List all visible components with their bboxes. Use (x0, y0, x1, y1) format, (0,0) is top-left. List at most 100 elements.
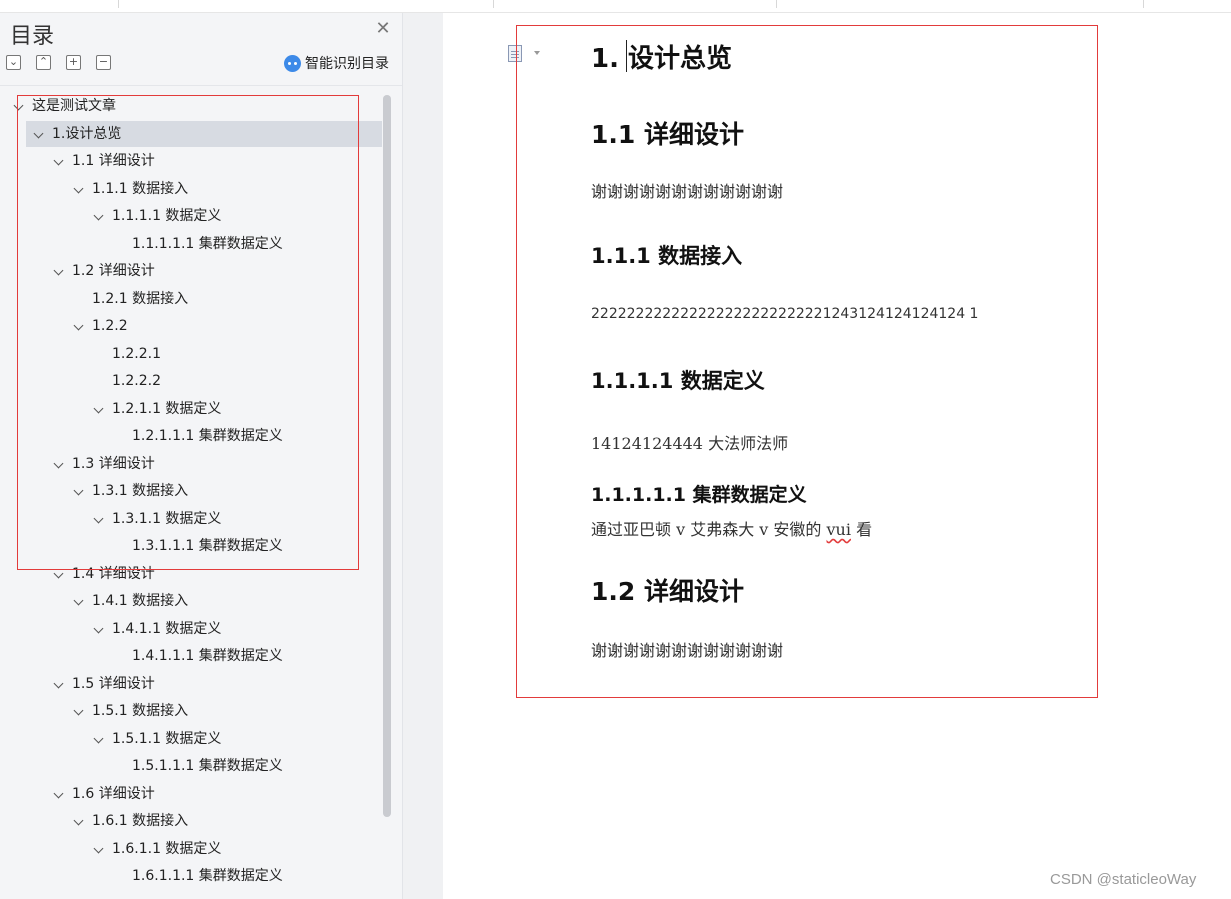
add-icon[interactable]: + (66, 55, 81, 70)
ruler-tick (776, 0, 777, 8)
toc-item[interactable]: 1.3 详细设计 (0, 451, 380, 477)
toc-item[interactable]: 1.6.1.1 数据定义 (0, 836, 380, 862)
chevron-down-icon[interactable] (72, 698, 86, 724)
chevron-down-icon[interactable] (52, 258, 66, 284)
toc-item[interactable]: 这是测试文章 (0, 93, 380, 119)
toc-item-label: 1.3.1.1.1 集群数据定义 (132, 538, 283, 554)
toc-item-label: 1.1.1.1 数据定义 (112, 208, 222, 224)
toc-item-label: 1.3 详细设计 (72, 456, 155, 472)
expand-all-icon[interactable]: ⌃ (36, 55, 51, 70)
toc-item-label: 1.2.2.1 (112, 346, 161, 362)
toc-item-label: 1.5.1.1.1 集群数据定义 (132, 758, 283, 774)
toc-item[interactable]: 1.4.1.1 数据定义 (0, 616, 380, 642)
toc-item[interactable]: 1.5 详细设计 (0, 671, 380, 697)
toc-item-label: 1.6.1.1 数据定义 (112, 841, 222, 857)
chevron-down-icon[interactable] (92, 726, 106, 752)
toc-item[interactable]: 1.2.1 数据接入 (0, 286, 380, 312)
toc-item[interactable]: 1.4.1 数据接入 (0, 588, 380, 614)
toc-item-label: 1.6.1.1.1 集群数据定义 (132, 868, 283, 884)
remove-icon[interactable]: − (96, 55, 111, 70)
chevron-down-icon[interactable] (72, 478, 86, 504)
toc-item[interactable]: 1.2.2.1 (0, 341, 380, 367)
toc-item[interactable]: 1.5.1.1 数据定义 (0, 726, 380, 752)
toc-item[interactable]: 1.2.1.1.1 集群数据定义 (0, 423, 380, 449)
chevron-down-icon[interactable] (52, 561, 66, 587)
toc-item[interactable]: 1.6.1.1.1 集群数据定义 (0, 863, 380, 889)
collapse-all-icon[interactable]: ⌄ (6, 55, 21, 70)
toc-item[interactable]: 1.4 详细设计 (0, 561, 380, 587)
chevron-down-icon[interactable] (32, 121, 46, 147)
doc-heading-1-1-1-1-1[interactable]: 1.1.1.1.1 集群数据定义 (591, 480, 807, 507)
smart-recognize-label: 智能识别目录 (305, 56, 389, 72)
chevron-down-icon[interactable] (72, 313, 86, 339)
chevron-down-icon[interactable] (52, 451, 66, 477)
chevron-down-icon[interactable] (72, 176, 86, 202)
toc-item[interactable]: 1.3.1.1.1 集群数据定义 (0, 533, 380, 559)
chevron-down-icon[interactable] (72, 588, 86, 614)
toc-item[interactable]: 1.3.1 数据接入 (0, 478, 380, 504)
chevron-down-icon[interactable] (92, 203, 106, 229)
doc-heading-1-2[interactable]: 1.2 详细设计 (591, 572, 744, 608)
doc-paragraph[interactable]: 14124124444 大法师法师 (591, 430, 788, 454)
doc-paragraph[interactable]: 谢谢谢谢谢谢谢谢谢谢谢谢 (591, 637, 783, 661)
chevron-down-icon[interactable] (92, 506, 106, 532)
toc-item[interactable]: 1.3.1.1 数据定义 (0, 506, 380, 532)
doc-heading-1-1-1[interactable]: 1.1.1 数据接入 (591, 240, 742, 270)
text-run: 通过亚巴顿 v 艾弗森大 v 安徽的 (591, 520, 827, 539)
chevron-down-icon[interactable] (92, 616, 106, 642)
top-ruler (0, 0, 1231, 13)
chevron-down-icon[interactable] (52, 148, 66, 174)
watermark: CSDN @staticleoWay (1050, 871, 1197, 888)
chevron-down-icon[interactable] (52, 781, 66, 807)
close-icon[interactable]: ✕ (373, 19, 393, 39)
document-page[interactable] (443, 13, 1231, 899)
toc-item-label: 1.1.1.1.1 集群数据定义 (132, 236, 283, 252)
doc-paragraph[interactable]: 通过亚巴顿 v 艾弗森大 v 安徽的 vui 看 (591, 516, 872, 540)
toc-item-label: 1.2.2 (92, 318, 128, 334)
toc-item[interactable]: 1.5.1.1.1 集群数据定义 (0, 753, 380, 779)
toc-item-label: 1.设计总览 (52, 126, 122, 142)
page-icon (508, 45, 522, 62)
doc-heading-1-1-1-1[interactable]: 1.1.1.1 数据定义 (591, 365, 765, 395)
toc-item-label: 1.5.1.1 数据定义 (112, 731, 222, 747)
toc-item-label: 1.5.1 数据接入 (92, 703, 189, 719)
chevron-down-icon[interactable] (72, 808, 86, 834)
divider (0, 85, 402, 86)
toc-item[interactable]: 1.4.1.1.1 集群数据定义 (0, 643, 380, 669)
toc-item[interactable]: 1.设计总览 (26, 121, 382, 147)
smart-recognize-toc-button[interactable]: 智能识别目录 (284, 53, 389, 73)
toc-item[interactable]: 1.2.2 (0, 313, 380, 339)
doc-heading-1[interactable]: 1. 设计总览 (591, 38, 732, 75)
misspelled-word[interactable]: vui (827, 520, 851, 539)
toc-item-label: 这是测试文章 (32, 98, 116, 114)
document-icon[interactable] (508, 45, 540, 63)
toc-item-label: 1.2.1.1.1 集群数据定义 (132, 428, 283, 444)
toc-item[interactable]: 1.6 详细设计 (0, 781, 380, 807)
ruler-tick (493, 0, 494, 8)
doc-paragraph[interactable]: 2222222222222222222222222212431241241241… (591, 306, 978, 322)
doc-heading-1-1[interactable]: 1.1 详细设计 (591, 115, 744, 151)
toc-item-label: 1.6.1 数据接入 (92, 813, 189, 829)
toc-item-label: 1.1 详细设计 (72, 153, 155, 169)
toc-item-label: 1.3.1.1 数据定义 (112, 511, 222, 527)
toc-item-label: 1.4 详细设计 (72, 566, 155, 582)
scrollbar-thumb[interactable] (383, 95, 391, 817)
toc-item[interactable]: 1.6.1 数据接入 (0, 808, 380, 834)
doc-paragraph[interactable]: 谢谢谢谢谢谢谢谢谢谢谢谢 (591, 178, 783, 202)
chevron-down-icon[interactable] (12, 93, 26, 119)
toc-item[interactable]: 1.5.1 数据接入 (0, 698, 380, 724)
toc-sidebar: 目录 ✕ ⌄ ⌃ + − 智能识别目录 这是测试文章 1.设计总览 1.1 详细设计… (0, 13, 403, 899)
toc-item[interactable]: 1.1.1.1.1 集群数据定义 (0, 231, 380, 257)
toc-item-label: 1.3.1 数据接入 (92, 483, 189, 499)
toc-item[interactable]: 1.1.1 数据接入 (0, 176, 380, 202)
toc-item[interactable]: 1.1.1.1 数据定义 (0, 203, 380, 229)
toc-item[interactable]: 1.2.1.1 数据定义 (0, 396, 380, 422)
toc-item-label: 1.1.1 数据接入 (92, 181, 189, 197)
toc-item[interactable]: 1.1 详细设计 (0, 148, 380, 174)
toc-item[interactable]: 1.2 详细设计 (0, 258, 380, 284)
chevron-down-icon[interactable] (92, 836, 106, 862)
chevron-down-icon[interactable] (92, 396, 106, 422)
chevron-down-icon[interactable] (52, 671, 66, 697)
toc-item[interactable]: 1.2.2.2 (0, 368, 380, 394)
ai-robot-icon (284, 54, 301, 72)
